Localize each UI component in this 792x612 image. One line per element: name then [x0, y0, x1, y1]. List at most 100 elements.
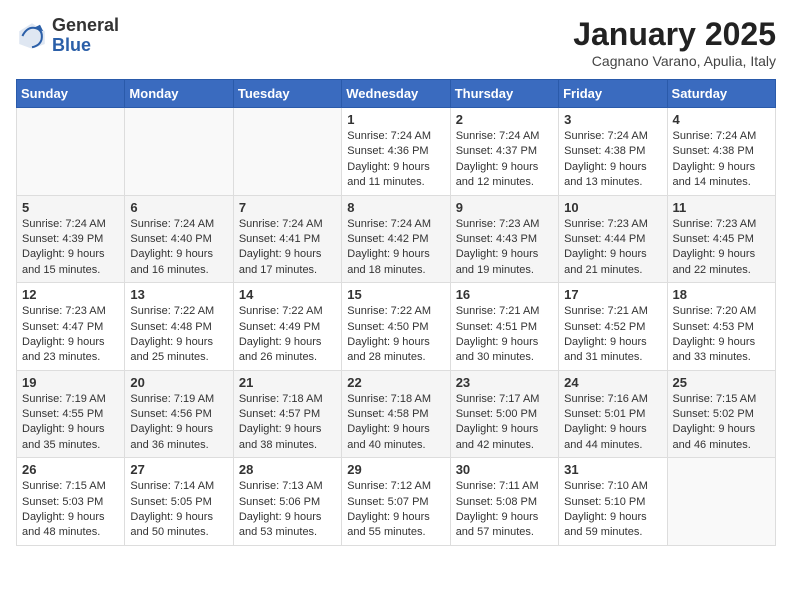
day-number: 23 — [456, 375, 553, 390]
day-of-week-header: Tuesday — [233, 80, 341, 108]
day-number: 22 — [347, 375, 444, 390]
day-number: 5 — [22, 200, 119, 215]
day-info: Sunrise: 7:18 AM Sunset: 4:58 PM Dayligh… — [347, 392, 444, 454]
calendar-day-cell: 13Sunrise: 7:22 AM Sunset: 4:48 PM Dayli… — [125, 283, 233, 371]
calendar-week-row: 19 Sunrise: 7:19 AM Sunset: 4:55 PM Dayli… — [17, 370, 776, 458]
calendar-week-row: 12Sunrise: 7:23 AM Sunset: 4:47 PM Dayli… — [17, 283, 776, 371]
logo-blue-text: Blue — [52, 35, 91, 55]
logo-icon — [16, 20, 48, 52]
day-info: Sunrise: 7:14 AM Sunset: 5:05 PM Dayligh… — [130, 479, 227, 541]
day-number: 26 — [22, 462, 119, 477]
day-info: Sunrise: 7:16 AM Sunset: 5:01 PM Dayligh… — [564, 392, 661, 454]
day-number: 4 — [673, 112, 770, 127]
day-info: Sunrise: 7:21 AM Sunset: 4:51 PM Dayligh… — [456, 304, 553, 366]
day-number: 14 — [239, 287, 336, 302]
calendar-day-cell: 25 Sunrise: 7:15 AM Sunset: 5:02 PM Dayli… — [667, 370, 775, 458]
logo-general-text: General — [52, 15, 119, 35]
day-info: Sunrise: 7:17 AM Sunset: 5:00 PM Dayligh… — [456, 392, 553, 454]
day-info: Sunrise: 7:11 AM Sunset: 5:08 PM Dayligh… — [456, 479, 553, 541]
day-info: Sunrise: 7:24 AM Sunset: 4:40 PM Dayligh… — [130, 217, 227, 279]
day-info: Sunrise: 7:24 AM Sunset: 4:37 PM Dayligh… — [456, 129, 553, 191]
calendar-day-cell: 8Sunrise: 7:24 AM Sunset: 4:42 PM Daylig… — [342, 195, 450, 283]
day-number: 11 — [673, 200, 770, 215]
calendar-day-cell: 17 Sunrise: 7:21 AM Sunset: 4:52 PM Dayli… — [559, 283, 667, 371]
calendar-week-row: 26 Sunrise: 7:15 AM Sunset: 5:03 PM Dayli… — [17, 458, 776, 546]
day-info: Sunrise: 7:22 AM Sunset: 4:49 PM Dayligh… — [239, 304, 336, 366]
calendar-day-cell: 14 Sunrise: 7:22 AM Sunset: 4:49 PM Dayli… — [233, 283, 341, 371]
day-info: Sunrise: 7:22 AM Sunset: 4:48 PM Dayligh… — [130, 304, 227, 366]
month-year-title: January 2025 — [573, 16, 776, 53]
calendar-day-cell: 16Sunrise: 7:21 AM Sunset: 4:51 PM Dayli… — [450, 283, 558, 371]
day-info: Sunrise: 7:24 AM Sunset: 4:41 PM Dayligh… — [239, 217, 336, 279]
day-number: 10 — [564, 200, 661, 215]
calendar-day-cell: 19 Sunrise: 7:19 AM Sunset: 4:55 PM Dayli… — [17, 370, 125, 458]
day-number: 9 — [456, 200, 553, 215]
calendar-day-cell — [17, 108, 125, 196]
calendar-day-cell: 6 Sunrise: 7:24 AM Sunset: 4:40 PM Daylig… — [125, 195, 233, 283]
calendar-week-row: 5 Sunrise: 7:24 AM Sunset: 4:39 PM Daylig… — [17, 195, 776, 283]
day-of-week-header: Saturday — [667, 80, 775, 108]
calendar-day-cell — [233, 108, 341, 196]
day-info: Sunrise: 7:20 AM Sunset: 4:53 PM Dayligh… — [673, 304, 770, 366]
calendar-day-cell: 29 Sunrise: 7:12 AM Sunset: 5:07 PM Dayli… — [342, 458, 450, 546]
day-number: 2 — [456, 112, 553, 127]
day-info: Sunrise: 7:23 AM Sunset: 4:44 PM Dayligh… — [564, 217, 661, 279]
day-info: Sunrise: 7:24 AM Sunset: 4:42 PM Dayligh… — [347, 217, 444, 279]
day-number: 15 — [347, 287, 444, 302]
calendar-day-cell: 3Sunrise: 7:24 AM Sunset: 4:38 PM Daylig… — [559, 108, 667, 196]
day-number: 1 — [347, 112, 444, 127]
day-info: Sunrise: 7:10 AM Sunset: 5:10 PM Dayligh… — [564, 479, 661, 541]
calendar-day-cell: 23 Sunrise: 7:17 AM Sunset: 5:00 PM Dayli… — [450, 370, 558, 458]
day-info: Sunrise: 7:23 AM Sunset: 4:45 PM Dayligh… — [673, 217, 770, 279]
day-number: 29 — [347, 462, 444, 477]
day-info: Sunrise: 7:15 AM Sunset: 5:02 PM Dayligh… — [673, 392, 770, 454]
day-info: Sunrise: 7:24 AM Sunset: 4:38 PM Dayligh… — [673, 129, 770, 191]
day-number: 17 — [564, 287, 661, 302]
calendar-day-cell: 1 Sunrise: 7:24 AM Sunset: 4:36 PM Daylig… — [342, 108, 450, 196]
calendar-day-cell — [667, 458, 775, 546]
day-number: 19 — [22, 375, 119, 390]
day-number: 21 — [239, 375, 336, 390]
calendar-day-cell: 30 Sunrise: 7:11 AM Sunset: 5:08 PM Dayli… — [450, 458, 558, 546]
calendar-day-cell: 20Sunrise: 7:19 AM Sunset: 4:56 PM Dayli… — [125, 370, 233, 458]
day-of-week-header: Sunday — [17, 80, 125, 108]
day-of-week-header: Monday — [125, 80, 233, 108]
day-number: 12 — [22, 287, 119, 302]
day-info: Sunrise: 7:21 AM Sunset: 4:52 PM Dayligh… — [564, 304, 661, 366]
day-number: 6 — [130, 200, 227, 215]
day-info: Sunrise: 7:24 AM Sunset: 4:39 PM Dayligh… — [22, 217, 119, 279]
day-of-week-header: Friday — [559, 80, 667, 108]
calendar-day-cell: 12Sunrise: 7:23 AM Sunset: 4:47 PM Dayli… — [17, 283, 125, 371]
calendar-day-cell: 26 Sunrise: 7:15 AM Sunset: 5:03 PM Dayli… — [17, 458, 125, 546]
day-number: 18 — [673, 287, 770, 302]
calendar-day-cell: 5 Sunrise: 7:24 AM Sunset: 4:39 PM Daylig… — [17, 195, 125, 283]
day-info: Sunrise: 7:15 AM Sunset: 5:03 PM Dayligh… — [22, 479, 119, 541]
calendar-table: SundayMondayTuesdayWednesdayThursdayFrid… — [16, 79, 776, 546]
day-info: Sunrise: 7:12 AM Sunset: 5:07 PM Dayligh… — [347, 479, 444, 541]
calendar-day-cell: 7 Sunrise: 7:24 AM Sunset: 4:41 PM Daylig… — [233, 195, 341, 283]
day-info: Sunrise: 7:13 AM Sunset: 5:06 PM Dayligh… — [239, 479, 336, 541]
day-number: 24 — [564, 375, 661, 390]
location-subtitle: Cagnano Varano, Apulia, Italy — [573, 53, 776, 69]
day-info: Sunrise: 7:18 AM Sunset: 4:57 PM Dayligh… — [239, 392, 336, 454]
day-number: 31 — [564, 462, 661, 477]
title-block: January 2025 Cagnano Varano, Apulia, Ita… — [573, 16, 776, 69]
day-info: Sunrise: 7:24 AM Sunset: 4:38 PM Dayligh… — [564, 129, 661, 191]
day-info: Sunrise: 7:24 AM Sunset: 4:36 PM Dayligh… — [347, 129, 444, 191]
day-number: 7 — [239, 200, 336, 215]
day-info: Sunrise: 7:19 AM Sunset: 4:56 PM Dayligh… — [130, 392, 227, 454]
calendar-day-cell: 18 Sunrise: 7:20 AM Sunset: 4:53 PM Dayli… — [667, 283, 775, 371]
calendar-day-cell: 9 Sunrise: 7:23 AM Sunset: 4:43 PM Daylig… — [450, 195, 558, 283]
day-info: Sunrise: 7:19 AM Sunset: 4:55 PM Dayligh… — [22, 392, 119, 454]
day-info: Sunrise: 7:23 AM Sunset: 4:43 PM Dayligh… — [456, 217, 553, 279]
day-number: 28 — [239, 462, 336, 477]
page-header: General Blue January 2025 Cagnano Varano… — [16, 16, 776, 69]
logo: General Blue — [16, 16, 119, 56]
calendar-day-cell: 4 Sunrise: 7:24 AM Sunset: 4:38 PM Daylig… — [667, 108, 775, 196]
day-number: 30 — [456, 462, 553, 477]
calendar-header-row: SundayMondayTuesdayWednesdayThursdayFrid… — [17, 80, 776, 108]
day-info: Sunrise: 7:22 AM Sunset: 4:50 PM Dayligh… — [347, 304, 444, 366]
day-number: 25 — [673, 375, 770, 390]
calendar-day-cell: 10 Sunrise: 7:23 AM Sunset: 4:44 PM Dayli… — [559, 195, 667, 283]
calendar-day-cell: 31 Sunrise: 7:10 AM Sunset: 5:10 PM Dayli… — [559, 458, 667, 546]
